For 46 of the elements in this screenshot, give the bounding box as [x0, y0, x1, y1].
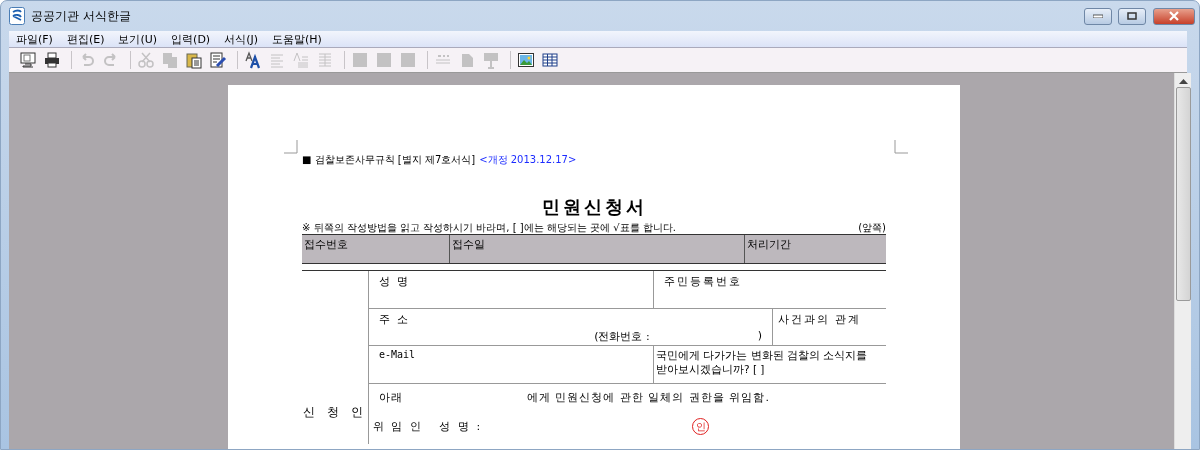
- crop-mark: [894, 140, 908, 154]
- menu-item[interactable]: 입력(D): [164, 31, 218, 47]
- field-label: e-Mail: [379, 349, 417, 360]
- edit-document-icon[interactable]: [209, 51, 227, 69]
- document-title: 민원신청서: [540, 195, 648, 219]
- minimize-button[interactable]: [1084, 7, 1112, 25]
- delegation-label: 아래: [379, 390, 403, 405]
- menu-item[interactable]: 편집(E): [59, 31, 112, 47]
- monitor-icon[interactable]: [19, 51, 37, 69]
- menu-item[interactable]: 서식(J): [217, 31, 265, 47]
- window-title: 공공기관 서식한글: [31, 7, 132, 25]
- close-button[interactable]: [1153, 7, 1195, 25]
- menu-item[interactable]: 도움말(H): [265, 31, 329, 47]
- paste-icon[interactable]: [185, 51, 203, 69]
- crop-mark: [284, 140, 298, 154]
- field-label: 사건과의 관계: [778, 312, 863, 327]
- menu-item[interactable]: 파일(F): [9, 31, 60, 47]
- scroll-bar[interactable]: [1174, 73, 1191, 449]
- row-label: 신 청 인: [302, 404, 368, 421]
- minimize-icon: [1093, 14, 1103, 18]
- field-label: (전화번호 :: [594, 329, 650, 344]
- form-reference: ■ 검찰보존사무규칙 [별지 제7호서식]: [302, 153, 476, 167]
- scroll-up-icon[interactable]: [1178, 78, 1188, 84]
- newsletter-question: 국민에게 다가가는 변화된 검찰의 소식지를 받아보시겠습니까? [ ]: [656, 349, 869, 377]
- maximize-icon: [1127, 12, 1137, 20]
- menu-item[interactable]: 보기(U): [111, 31, 165, 47]
- maximize-button[interactable]: [1118, 7, 1146, 25]
- table-icon[interactable]: [541, 51, 559, 69]
- field-label: 주 소: [379, 312, 412, 327]
- field-label: 성 명: [379, 274, 412, 289]
- font-icon[interactable]: [244, 51, 262, 69]
- scroll-thumb[interactable]: [1175, 87, 1191, 301]
- table-header: 접수번호: [304, 238, 348, 251]
- instruction-note: ※ 뒤쪽의 작성방법을 읽고 작성하시기 바라며, [ ]에는 해당되는 곳에 √표를 합니다.: [302, 221, 676, 234]
- field-label: 위 임 인 성 명 :: [373, 419, 483, 434]
- field-label: 주민등록번호: [664, 274, 743, 289]
- table-header: 접수일: [452, 238, 485, 251]
- image-icon[interactable]: [517, 51, 535, 69]
- page-side-label: (앞쪽): [858, 221, 886, 234]
- delegation-statement: 에게 민원신청에 관한 일체의 권한을 위임함.: [527, 390, 770, 405]
- revision-date: <개정 2013.12.17>: [479, 153, 577, 167]
- field-label: ): [757, 329, 762, 344]
- printer-icon[interactable]: [43, 51, 61, 69]
- table-header: 처리기간: [747, 238, 791, 251]
- app-logo-icon: [9, 7, 25, 25]
- close-icon: [1168, 11, 1180, 21]
